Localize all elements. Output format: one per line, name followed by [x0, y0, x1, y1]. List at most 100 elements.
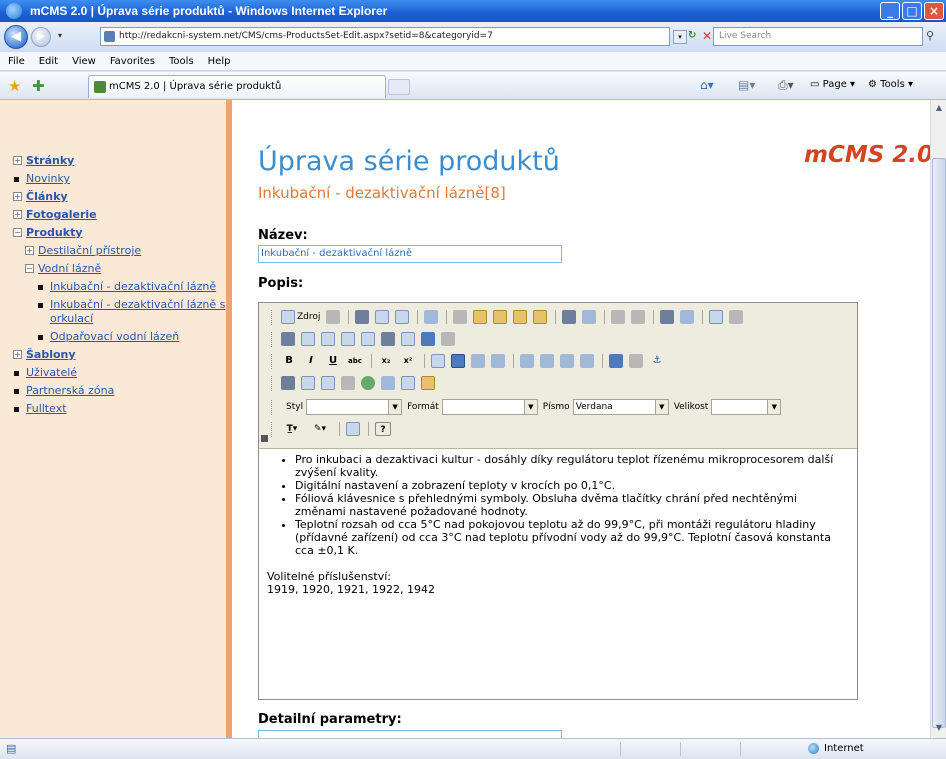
- search-icon[interactable]: ⚲: [926, 29, 934, 42]
- bullet-icon[interactable]: [14, 407, 19, 412]
- menu-view[interactable]: View: [72, 56, 96, 67]
- preview-icon[interactable]: [326, 310, 341, 324]
- sidebar-item[interactable]: + Destilační přístroje: [25, 244, 226, 258]
- bullet-icon[interactable]: [14, 371, 19, 376]
- forward-button[interactable]: ▶: [31, 27, 51, 47]
- sidebar-item[interactable]: + Stránky: [13, 154, 226, 168]
- sidebar-item-label[interactable]: Inkubační - dezaktivační lázně: [50, 280, 216, 293]
- new-page-icon[interactable]: [375, 310, 390, 324]
- undo-icon[interactable]: [611, 310, 626, 324]
- align-center-icon[interactable]: [540, 354, 554, 368]
- favorites-star-icon[interactable]: ★: [8, 77, 21, 95]
- table-icon[interactable]: [321, 376, 335, 390]
- menu-favorites[interactable]: Favorites: [110, 56, 155, 67]
- tools-menu[interactable]: ⚙ Tools ▾: [868, 79, 913, 90]
- select-field-icon[interactable]: [381, 332, 395, 346]
- cut-icon[interactable]: [453, 310, 468, 324]
- collapse-icon[interactable]: −: [25, 264, 34, 273]
- image-icon[interactable]: [281, 376, 295, 390]
- bold-icon[interactable]: B: [281, 354, 297, 368]
- align-right-icon[interactable]: [560, 354, 574, 368]
- page-menu[interactable]: ▭ Page ▾: [810, 79, 855, 90]
- align-left-icon[interactable]: [520, 354, 534, 368]
- redo-icon[interactable]: [631, 310, 646, 324]
- new-tab-button[interactable]: [388, 79, 410, 95]
- expand-icon[interactable]: +: [13, 350, 22, 359]
- image-button-icon[interactable]: [421, 332, 435, 346]
- sidebar-item-label[interactable]: Šablony: [26, 348, 76, 361]
- font-select[interactable]: Verdana ▼: [572, 399, 669, 415]
- sidebar-item[interactable]: Inkubační - dezaktivační lázně: [38, 280, 226, 294]
- radio-icon[interactable]: [321, 332, 335, 346]
- superscript-icon[interactable]: x²: [400, 354, 416, 368]
- bullet-icon[interactable]: [38, 303, 43, 308]
- outdent-icon[interactable]: [471, 354, 485, 368]
- sidebar-item-label[interactable]: Inkubační - dezaktivační lázně s orkulac…: [50, 298, 225, 325]
- find-icon[interactable]: [660, 310, 675, 324]
- indent-icon[interactable]: [491, 354, 505, 368]
- unlink-icon[interactable]: [629, 354, 643, 368]
- sidebar-item[interactable]: + Šablony: [13, 348, 226, 362]
- paste-word-icon[interactable]: [533, 310, 548, 324]
- source-button[interactable]: Zdroj: [297, 312, 320, 322]
- format-select[interactable]: ▼: [441, 399, 538, 415]
- button-field-icon[interactable]: [401, 332, 415, 346]
- bullet-icon[interactable]: [14, 389, 19, 394]
- textfield-icon[interactable]: [341, 332, 355, 346]
- name-input[interactable]: Inkubační - dezaktivační lázně: [258, 245, 562, 263]
- editor-content-area[interactable]: Pro inkubaci a dezaktivaci kultur - dosá…: [267, 453, 847, 596]
- sidebar-item-label[interactable]: Uživatelé: [26, 366, 77, 379]
- preview-page-icon[interactable]: [395, 310, 410, 324]
- url-dropdown-icon[interactable]: ▾: [673, 30, 687, 44]
- minimize-button[interactable]: _: [880, 2, 900, 20]
- maximize-editor-icon[interactable]: [346, 422, 360, 436]
- expand-icon[interactable]: +: [13, 210, 22, 219]
- bullet-icon[interactable]: [38, 285, 43, 290]
- bulleted-list-icon[interactable]: [451, 354, 465, 368]
- sidebar-item-label[interactable]: Odpařovací vodní lázeň: [50, 330, 179, 343]
- templates-icon[interactable]: [424, 310, 439, 324]
- underline-icon[interactable]: U: [325, 354, 341, 368]
- sidebar-item[interactable]: Partnerská zóna: [14, 384, 226, 398]
- anchor-icon[interactable]: ⚓: [649, 354, 665, 368]
- page-break-icon[interactable]: [401, 376, 415, 390]
- sidebar-item-label[interactable]: Články: [26, 190, 68, 203]
- link-icon[interactable]: [609, 354, 623, 368]
- sidebar-item[interactable]: Inkubační - dezaktivační lázně s orkulac…: [38, 298, 226, 326]
- sidebar-item[interactable]: + Fotogalerie: [13, 208, 226, 222]
- bullet-icon[interactable]: [14, 177, 19, 182]
- sidebar-item[interactable]: − Produkty: [13, 226, 226, 240]
- sidebar-item[interactable]: + Články: [13, 190, 226, 204]
- textarea-icon[interactable]: [361, 332, 375, 346]
- numbered-list-icon[interactable]: [431, 354, 445, 368]
- checkbox-icon[interactable]: [301, 332, 315, 346]
- sidebar-item-label[interactable]: Vodní lázně: [38, 262, 101, 275]
- select-all-icon[interactable]: [709, 310, 724, 324]
- source-icon[interactable]: [281, 310, 295, 324]
- help-icon[interactable]: ?: [375, 422, 391, 436]
- sidebar-item-label[interactable]: Partnerská zóna: [26, 384, 114, 397]
- stop-icon[interactable]: ✕: [702, 29, 712, 43]
- sidebar-item-label[interactable]: Fotogalerie: [26, 208, 97, 221]
- print-editor-icon[interactable]: [562, 310, 577, 324]
- save-icon[interactable]: [355, 310, 370, 324]
- flash-icon[interactable]: [301, 376, 315, 390]
- hidden-field-icon[interactable]: [441, 332, 455, 346]
- home-icon[interactable]: ⌂▾: [700, 78, 714, 92]
- sidebar-item[interactable]: Novinky: [14, 172, 226, 186]
- expand-icon[interactable]: +: [13, 156, 22, 165]
- toolbar-collapse-icon[interactable]: [261, 435, 268, 442]
- expand-icon[interactable]: +: [25, 246, 34, 255]
- tab-current[interactable]: mCMS 2.0 | Úprava série produktů: [88, 75, 386, 98]
- sidebar-item[interactable]: Fulltext: [14, 402, 226, 416]
- size-select[interactable]: ▼: [711, 399, 782, 415]
- collapse-icon[interactable]: −: [13, 228, 22, 237]
- sidebar-item-label[interactable]: Destilační přístroje: [38, 244, 141, 257]
- horizontal-rule-icon[interactable]: [341, 376, 355, 390]
- paste-text-icon[interactable]: [513, 310, 528, 324]
- special-char-icon[interactable]: [381, 376, 395, 390]
- sidebar-item-label[interactable]: Produkty: [26, 226, 83, 239]
- media-icon[interactable]: [421, 376, 435, 390]
- maximize-button[interactable]: □: [902, 2, 922, 20]
- subscript-icon[interactable]: x₂: [378, 354, 394, 368]
